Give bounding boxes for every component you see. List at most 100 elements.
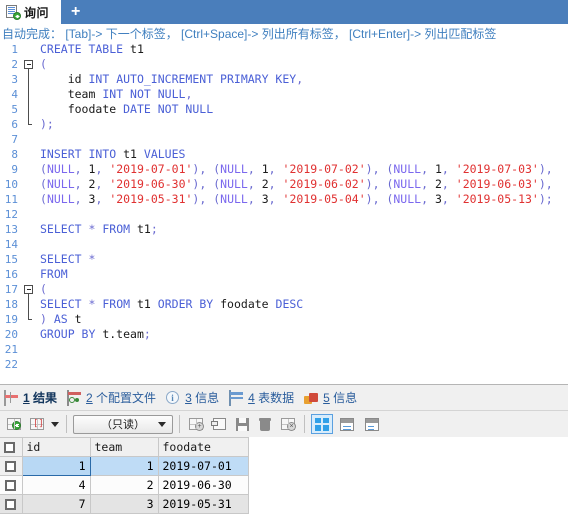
code-line: 19 ) AS t: [0, 312, 568, 327]
insert-record-button[interactable]: +: [186, 414, 206, 434]
record-filter-dropdown[interactable]: [50, 414, 60, 434]
cell-team[interactable]: 3: [90, 494, 159, 514]
result-tabstrip: 1 结果 2 个配置文件 i 3 信息 4 表数据 5 信息: [0, 384, 568, 410]
result-tab-4[interactable]: 4 表数据: [229, 385, 294, 410]
line-number: 15: [4, 253, 18, 266]
result-tab-label: 2 个配置文件: [86, 391, 157, 405]
fold-guide: [22, 267, 36, 282]
line-number: 16: [4, 268, 18, 281]
line-number: 19: [4, 313, 18, 326]
delete-record-button[interactable]: [255, 414, 275, 434]
checkbox-icon[interactable]: [4, 442, 15, 453]
fold-guide: [22, 252, 36, 267]
code-text: FROM: [40, 267, 68, 281]
cell-team[interactable]: 1: [90, 456, 159, 476]
row-select-cell[interactable]: [0, 475, 23, 495]
column-header-id[interactable]: id: [22, 437, 91, 457]
cell-id[interactable]: 1: [21, 456, 91, 476]
code-line: 13 SELECT * FROM t1;: [0, 222, 568, 237]
fold-guide: [22, 207, 36, 222]
table-row[interactable]: 1 1 2019-07-01: [0, 456, 249, 476]
result-grid-icon: [4, 390, 19, 406]
cell-foodate[interactable]: 2019-07-01: [158, 456, 249, 476]
code-text: SELECT *: [40, 252, 96, 266]
grid-view-button[interactable]: [311, 414, 333, 434]
row-select-cell[interactable]: [0, 456, 23, 476]
result-tab-1[interactable]: 1 结果: [4, 385, 57, 410]
fold-guide: [22, 102, 36, 117]
column-header-team[interactable]: team: [90, 437, 159, 457]
code-line: 6);: [0, 117, 568, 132]
select-all-header[interactable]: [0, 437, 23, 457]
profile-icon: [67, 390, 82, 406]
code-line: 20 GROUP BY t.team;: [0, 327, 568, 342]
row-select-cell[interactable]: [0, 494, 23, 514]
table-row[interactable]: 4 2 2019-06-30: [0, 475, 249, 495]
edit-mode-value: （只读）: [101, 419, 145, 431]
text-view-button[interactable]: [361, 414, 383, 434]
checkbox-icon[interactable]: [5, 461, 17, 472]
tab-query-label: 询问: [24, 5, 50, 20]
result-tab-label: 1 结果: [23, 391, 58, 405]
sql-editor[interactable]: 1 CREATE TABLE t1 2(3 id INT AUTO_INCREMEN…: [0, 42, 568, 384]
code-line: 4 team INT NOT NULL,: [0, 87, 568, 102]
tab-query[interactable]: 询问: [0, 0, 62, 24]
code-text: (: [40, 282, 47, 296]
cell-id[interactable]: 4: [22, 475, 91, 495]
new-tab-button[interactable]: +: [61, 0, 90, 24]
fold-guide: [22, 297, 36, 312]
result-tab-2[interactable]: 2 个配置文件: [67, 385, 156, 410]
result-toolbar: [] （只读） + ×: [0, 410, 568, 437]
column-header-foodate[interactable]: foodate: [158, 437, 249, 457]
trash-icon: [259, 417, 271, 431]
line-number: 2: [11, 58, 18, 71]
fold-guide: [22, 147, 36, 162]
result-tab-label: 3 信息: [185, 391, 220, 405]
line-number: 18: [4, 298, 18, 311]
code-line: 14: [0, 237, 568, 252]
code-text: ) AS t: [40, 312, 82, 326]
checkbox-icon[interactable]: [5, 480, 17, 491]
checkbox-icon[interactable]: [5, 499, 17, 510]
cell-foodate[interactable]: 2019-06-30: [158, 475, 249, 495]
result-tab-3[interactable]: i 3 信息: [166, 385, 219, 410]
cancel-edit-button[interactable]: ×: [278, 414, 298, 434]
fold-guide: [22, 162, 36, 177]
result-tab-label: 4 表数据: [248, 391, 295, 405]
save-record-button[interactable]: [232, 414, 252, 434]
fold-guide: [22, 312, 36, 327]
line-number: 6: [11, 118, 18, 131]
record-filter-button[interactable]: []: [27, 414, 47, 434]
result-tab-label: 5 信息: [323, 391, 358, 405]
document-add-icon: [6, 5, 21, 20]
code-line: 9 (NULL, 1, '2019-07-01'), (NULL, 1, '201…: [0, 162, 568, 177]
code-line: 3 id INT AUTO_INCREMENT PRIMARY KEY,: [0, 72, 568, 87]
line-number: 3: [11, 73, 18, 86]
code-line: 5 foodate DATE NOT NULL: [0, 102, 568, 117]
code-line: 8 INSERT INTO t1 VALUES: [0, 147, 568, 162]
add-record-button[interactable]: [4, 414, 24, 434]
result-grid[interactable]: id team foodate 1 1 2019-07-01 4 2 2019-06-30…: [0, 437, 568, 514]
line-number: 4: [11, 88, 18, 101]
code-text: GROUP BY t.team;: [40, 327, 151, 341]
code-line: 21: [0, 342, 568, 357]
result-tab-5[interactable]: 5 信息: [304, 385, 357, 410]
line-number: 5: [11, 103, 18, 116]
code-line: 22: [0, 357, 568, 372]
fold-guide: [22, 42, 36, 57]
duplicate-record-button[interactable]: [209, 414, 229, 434]
cell-foodate[interactable]: 2019-05-31: [158, 494, 249, 514]
grid-plus-icon: +: [189, 418, 204, 431]
fold-toggle-icon[interactable]: [22, 57, 36, 72]
chevron-down-icon: [158, 421, 166, 427]
code-text: team INT NOT NULL,: [67, 87, 193, 101]
code-text: );: [40, 117, 54, 131]
table-row[interactable]: 7 3 2019-05-31: [0, 494, 249, 514]
fold-toggle-icon[interactable]: [22, 282, 36, 297]
code-text: (NULL, 2, '2019-06-30'), (NULL, 2, '2019…: [40, 177, 553, 191]
edit-mode-select[interactable]: （只读）: [73, 414, 173, 434]
cell-team[interactable]: 2: [90, 475, 159, 495]
form-view-button[interactable]: [336, 414, 358, 434]
cell-id[interactable]: 7: [22, 494, 91, 514]
toolbar-divider: [179, 415, 180, 433]
